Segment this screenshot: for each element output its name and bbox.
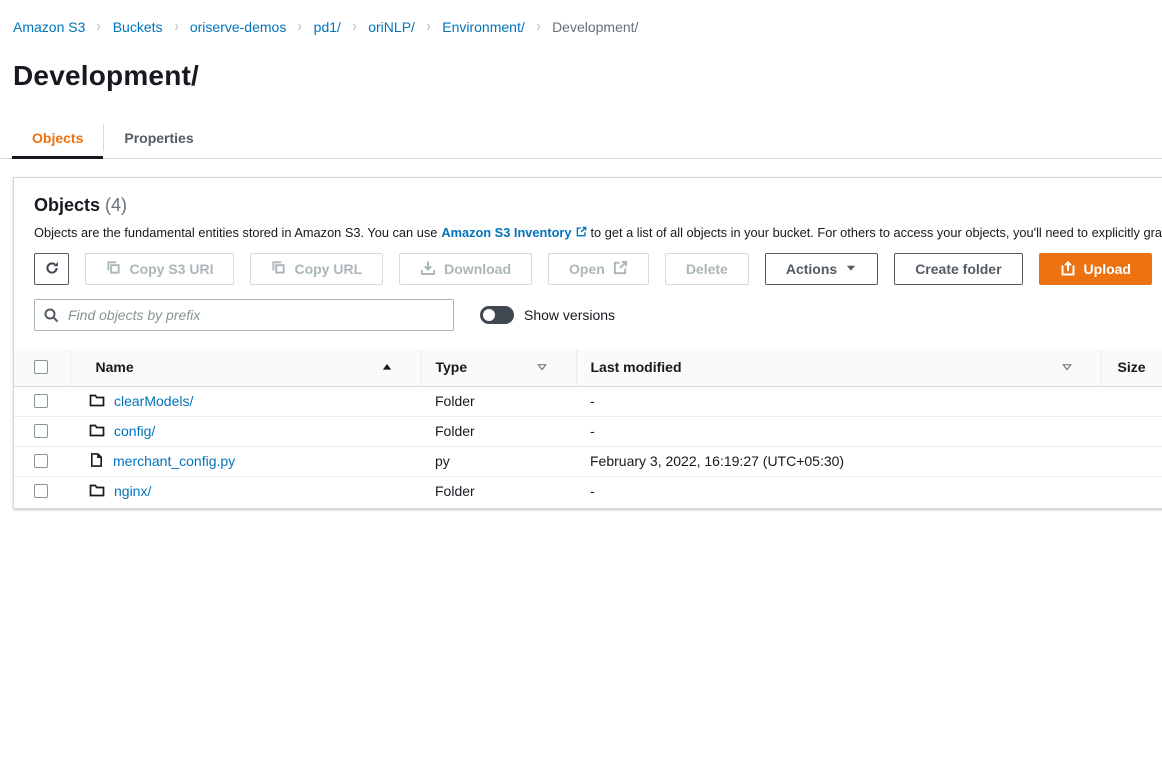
show-versions-toggle[interactable] xyxy=(480,306,514,324)
caret-down-icon xyxy=(845,261,857,277)
row-checkbox[interactable] xyxy=(34,424,48,438)
actions-dropdown-button[interactable]: Actions xyxy=(765,253,878,285)
download-icon xyxy=(420,260,436,279)
object-size xyxy=(1101,476,1162,506)
table-header-row: Name Type Last modified Size xyxy=(14,349,1162,386)
row-checkbox[interactable] xyxy=(34,484,48,498)
breadcrumb-bucket-name[interactable]: oriserve-demos xyxy=(190,19,286,35)
objects-panel: Objects(4) Objects are the fundamental e… xyxy=(13,177,1162,509)
tab-properties[interactable]: Properties xyxy=(104,119,213,158)
delete-button[interactable]: Delete xyxy=(665,253,749,285)
breadcrumb-separator: › xyxy=(174,19,178,35)
folder-icon xyxy=(89,422,105,441)
table-row: clearModels/ Folder - xyxy=(14,386,1162,416)
breadcrumb-buckets[interactable]: Buckets xyxy=(113,19,163,35)
panel-header: Objects(4) xyxy=(14,178,1162,216)
breadcrumb-amazon-s3[interactable]: Amazon S3 xyxy=(13,19,85,35)
folder-icon xyxy=(89,392,105,411)
column-header-name[interactable]: Name xyxy=(70,349,421,386)
folder-icon xyxy=(89,482,105,501)
page-title: Development/ xyxy=(13,60,1162,92)
external-link-icon xyxy=(576,225,587,240)
breadcrumb-separator: › xyxy=(427,19,431,35)
object-size xyxy=(1101,446,1162,476)
panel-title: Objects xyxy=(34,195,100,215)
copy-s3-uri-button[interactable]: Copy S3 URI xyxy=(85,253,234,285)
refresh-icon xyxy=(44,260,60,279)
show-versions-label: Show versions xyxy=(524,307,615,323)
toggle-knob xyxy=(483,309,495,321)
objects-table: Name Type Last modified Size clea xyxy=(14,349,1162,506)
object-size xyxy=(1101,386,1162,416)
refresh-button[interactable] xyxy=(34,253,69,285)
object-type: Folder xyxy=(421,386,576,416)
tab-objects[interactable]: Objects xyxy=(12,119,103,158)
object-last-modified: - xyxy=(576,476,1101,506)
copy-icon xyxy=(106,260,121,278)
breadcrumb-pd1[interactable]: pd1/ xyxy=(314,19,341,35)
table-row: config/ Folder - xyxy=(14,416,1162,446)
table-row: nginx/ Folder - xyxy=(14,476,1162,506)
copy-icon xyxy=(271,260,286,278)
upload-icon xyxy=(1060,260,1076,279)
breadcrumb-separator: › xyxy=(353,19,357,35)
breadcrumb-separator: › xyxy=(536,19,540,35)
sort-ascending-icon[interactable] xyxy=(381,361,393,373)
column-header-last-modified[interactable]: Last modified xyxy=(576,349,1101,386)
row-checkbox[interactable] xyxy=(34,394,48,408)
search-input[interactable] xyxy=(34,299,454,331)
column-header-type[interactable]: Type xyxy=(421,349,576,386)
table-row: merchant_config.py py February 3, 2022, … xyxy=(14,446,1162,476)
object-last-modified: - xyxy=(576,416,1101,446)
breadcrumb-environment[interactable]: Environment/ xyxy=(442,19,524,35)
external-link-icon xyxy=(613,260,628,278)
object-type: Folder xyxy=(421,476,576,506)
object-link[interactable]: merchant_config.py xyxy=(113,453,235,469)
upload-button[interactable]: Upload xyxy=(1039,253,1152,285)
search-box xyxy=(34,299,454,331)
object-link[interactable]: clearModels/ xyxy=(114,393,193,409)
sortable-icon[interactable] xyxy=(536,361,548,373)
breadcrumb-separator: › xyxy=(298,19,302,35)
create-folder-button[interactable]: Create folder xyxy=(894,253,1022,285)
breadcrumb-separator: › xyxy=(97,19,101,35)
filter-row: Show versions xyxy=(14,285,1162,331)
breadcrumb-current: Development/ xyxy=(552,19,638,35)
file-icon xyxy=(89,452,104,471)
object-type: Folder xyxy=(421,416,576,446)
amazon-s3-inventory-link[interactable]: Amazon S3 Inventory xyxy=(441,225,571,240)
row-checkbox[interactable] xyxy=(34,454,48,468)
breadcrumb: Amazon S3 › Buckets › oriserve-demos › p… xyxy=(0,0,1162,35)
tab-bar: Objects Properties xyxy=(0,119,1162,159)
toolbar: Copy S3 URI Copy URL Download Open Delet… xyxy=(14,240,1162,285)
object-last-modified: - xyxy=(576,386,1101,416)
object-size xyxy=(1101,416,1162,446)
object-link[interactable]: nginx/ xyxy=(114,483,151,499)
copy-url-button[interactable]: Copy URL xyxy=(250,253,383,285)
open-button[interactable]: Open xyxy=(548,253,649,285)
breadcrumb-orinlp[interactable]: oriNLP/ xyxy=(368,19,415,35)
object-count: (4) xyxy=(105,195,127,215)
object-link[interactable]: config/ xyxy=(114,423,155,439)
select-all-checkbox[interactable] xyxy=(34,360,48,374)
download-button[interactable]: Download xyxy=(399,253,532,285)
panel-description: Objects are the fundamental entities sto… xyxy=(14,225,1162,240)
sortable-icon[interactable] xyxy=(1061,361,1073,373)
column-header-size[interactable]: Size xyxy=(1101,349,1162,386)
object-type: py xyxy=(421,446,576,476)
object-last-modified: February 3, 2022, 16:19:27 (UTC+05:30) xyxy=(576,446,1101,476)
